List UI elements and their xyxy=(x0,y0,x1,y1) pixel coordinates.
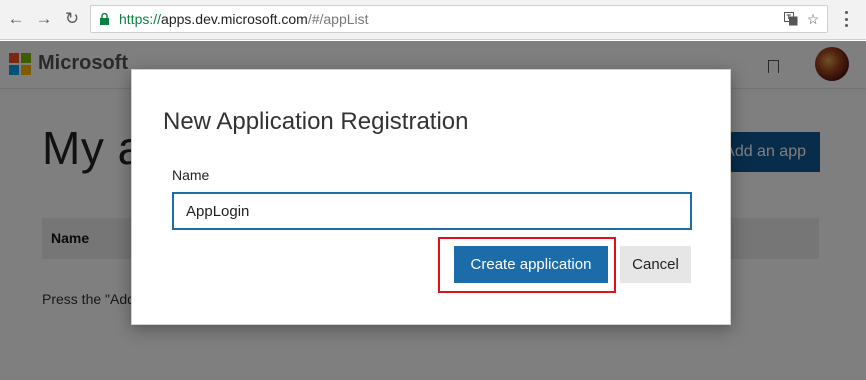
bookmark-star-icon[interactable]: ☆ xyxy=(805,11,821,27)
reload-icon[interactable]: ↻ xyxy=(61,8,83,30)
url-scheme: https:// xyxy=(119,11,162,27)
url-path: /#/appList xyxy=(307,11,369,27)
create-application-button[interactable]: Create application xyxy=(454,246,608,283)
back-icon[interactable]: ← xyxy=(5,8,27,30)
new-app-registration-dialog: New Application Registration Name Create… xyxy=(131,69,731,325)
forward-icon[interactable]: → xyxy=(33,8,55,30)
browser-menu-icon[interactable] xyxy=(838,9,854,29)
address-bar[interactable]: https://apps.dev.microsoft.com/#/appList… xyxy=(90,5,828,33)
dialog-title: New Application Registration xyxy=(163,108,469,135)
browser-toolbar: ← → ↻ https://apps.dev.microsoft.com/#/a… xyxy=(0,0,866,40)
app-name-input[interactable] xyxy=(172,192,692,230)
url-host: apps.dev.microsoft.com xyxy=(161,11,308,27)
name-field-label: Name xyxy=(172,167,210,183)
cancel-button[interactable]: Cancel xyxy=(620,246,691,283)
translate-icon[interactable] xyxy=(783,11,799,27)
lock-icon xyxy=(100,13,109,25)
url-text: https://apps.dev.microsoft.com/#/appList xyxy=(119,6,369,32)
